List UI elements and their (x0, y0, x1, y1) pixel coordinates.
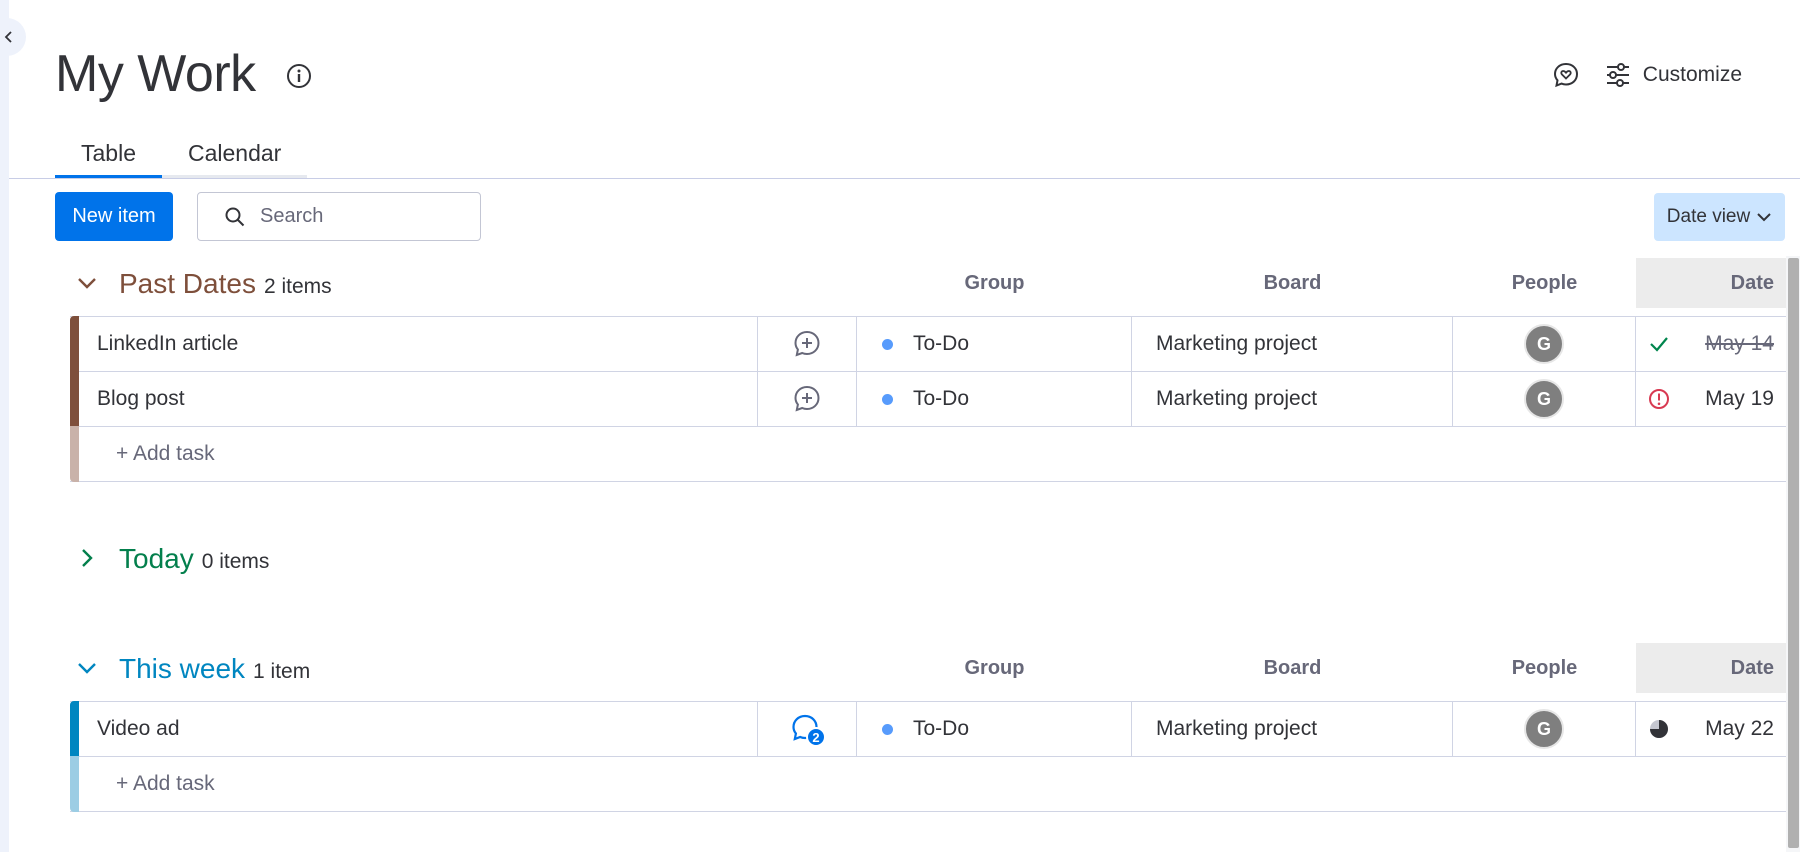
add-task-row[interactable]: + Add task (70, 756, 1786, 812)
item-group[interactable]: To-Do (857, 317, 1132, 371)
item-group[interactable]: To-Do (857, 372, 1132, 426)
item-board[interactable]: Marketing project (1132, 317, 1453, 371)
new-item-button[interactable]: New item (55, 192, 173, 241)
date-view-label: Date view (1666, 206, 1751, 227)
sliders-icon (1606, 63, 1629, 87)
column-header-people[interactable]: People (1453, 272, 1636, 295)
tabs-divider (9, 178, 1800, 179)
group-color-bar (70, 316, 79, 372)
chevron-down-icon[interactable] (76, 272, 98, 294)
group-rows: LinkedIn article To-Do Marketing project… (70, 316, 1786, 482)
add-task-button[interactable]: + Add task (116, 442, 215, 466)
collapse-sidebar-button[interactable] (0, 18, 26, 56)
add-task-button[interactable]: + Add task (116, 772, 215, 796)
item-group-label: To-Do (913, 717, 970, 740)
group-rows: Video ad 2 To-Do Marketing project G May… (70, 701, 1786, 812)
column-header-date[interactable]: Date (1636, 258, 1786, 308)
search-box[interactable] (197, 192, 481, 241)
chevron-down-icon (1757, 213, 1771, 222)
item-date[interactable]: May 22 (1636, 702, 1786, 756)
date-value: May 14 (1705, 332, 1774, 355)
left-rail (0, 0, 9, 852)
chevron-right-icon[interactable] (76, 547, 98, 569)
group-title-text: Past Dates (119, 268, 256, 299)
search-input[interactable] (260, 205, 480, 228)
column-header-board[interactable]: Board (1132, 272, 1453, 295)
item-board[interactable]: Marketing project (1132, 702, 1453, 756)
item-people[interactable]: G (1453, 372, 1636, 426)
scrollbar-thumb[interactable] (1788, 258, 1799, 848)
updates-button[interactable]: 2 (758, 702, 857, 756)
group-title[interactable]: Today 0 items (119, 543, 269, 575)
chevron-left-icon (4, 31, 12, 43)
avatar[interactable]: G (1524, 379, 1564, 419)
updates-count: 2 (806, 727, 826, 747)
item-name[interactable]: Blog post (79, 372, 758, 426)
item-group-label: To-Do (913, 387, 970, 410)
check-icon (1650, 337, 1668, 352)
column-header-group[interactable]: Group (857, 657, 1132, 680)
group-this-week: This week 1 item Group Board People Date … (70, 643, 1786, 812)
group-title-text: This week (119, 653, 246, 684)
item-board[interactable]: Marketing project (1132, 372, 1453, 426)
item-date[interactable]: May 14 (1636, 317, 1786, 371)
status-dot (882, 338, 893, 350)
item-group[interactable]: To-Do (857, 702, 1132, 756)
avatar[interactable]: G (1524, 324, 1564, 364)
date-value: May 22 (1705, 717, 1774, 740)
avatar[interactable]: G (1524, 709, 1564, 749)
table-row[interactable]: Blog post To-Do Marketing project G May … (70, 371, 1786, 427)
column-header-group[interactable]: Group (857, 272, 1132, 295)
tab-calendar[interactable]: Calendar (161, 136, 308, 178)
updates-badge: 2 (790, 713, 826, 747)
add-update-button[interactable] (758, 317, 857, 371)
status-dot (882, 393, 893, 405)
group-title[interactable]: This week 1 item (119, 653, 310, 685)
group-color-bar (70, 756, 79, 812)
group-title-text: Today (119, 543, 194, 574)
info-icon[interactable] (286, 63, 312, 89)
clock-progress-icon (1650, 720, 1668, 738)
tab-table[interactable]: Table (55, 136, 162, 178)
chevron-down-icon[interactable] (76, 657, 98, 679)
item-name[interactable]: LinkedIn article (79, 317, 758, 371)
group-today: Today 0 items (70, 533, 1786, 591)
table-row[interactable]: LinkedIn article To-Do Marketing project… (70, 316, 1786, 372)
customize-button[interactable]: Customize (1605, 58, 1742, 92)
item-people[interactable]: G (1453, 702, 1636, 756)
group-past-dates: Past Dates 2 items Group Board People Dat… (70, 258, 1786, 482)
date-value: May 19 (1705, 387, 1774, 410)
add-update-icon (794, 330, 820, 357)
add-update-icon (794, 385, 820, 412)
item-date[interactable]: May 19 (1636, 372, 1786, 426)
column-header-date[interactable]: Date (1636, 643, 1786, 693)
item-group-label: To-Do (913, 332, 970, 355)
table-row[interactable]: Video ad 2 To-Do Marketing project G May… (70, 701, 1786, 757)
group-count: 1 item (253, 660, 311, 683)
group-title[interactable]: Past Dates 2 items (119, 268, 332, 300)
group-count: 2 items (263, 275, 332, 298)
view-tabs: Table Calendar (55, 136, 308, 178)
group-color-bar (70, 701, 79, 757)
column-header-people[interactable]: People (1453, 657, 1636, 680)
search-icon (225, 207, 245, 226)
alert-circle-icon (1649, 389, 1669, 409)
group-color-bar (70, 426, 79, 482)
column-header-board[interactable]: Board (1132, 657, 1453, 680)
item-people[interactable]: G (1453, 317, 1636, 371)
group-color-bar (70, 371, 79, 427)
group-header: Past Dates 2 items Group Board People Dat… (70, 258, 1786, 316)
top-actions: Customize (1551, 58, 1742, 92)
date-view-dropdown[interactable]: Date view (1654, 193, 1785, 241)
add-update-button[interactable] (758, 372, 857, 426)
group-header: Today 0 items (70, 533, 1786, 591)
group-header: This week 1 item Group Board People Date (70, 643, 1786, 701)
item-name[interactable]: Video ad (79, 702, 758, 756)
page-title: My Work (55, 45, 256, 103)
group-count: 0 items (201, 550, 270, 573)
status-dot (882, 723, 893, 735)
customize-label: Customize (1642, 63, 1742, 86)
feedback-icon[interactable] (1551, 60, 1581, 90)
add-task-row[interactable]: + Add task (70, 426, 1786, 482)
